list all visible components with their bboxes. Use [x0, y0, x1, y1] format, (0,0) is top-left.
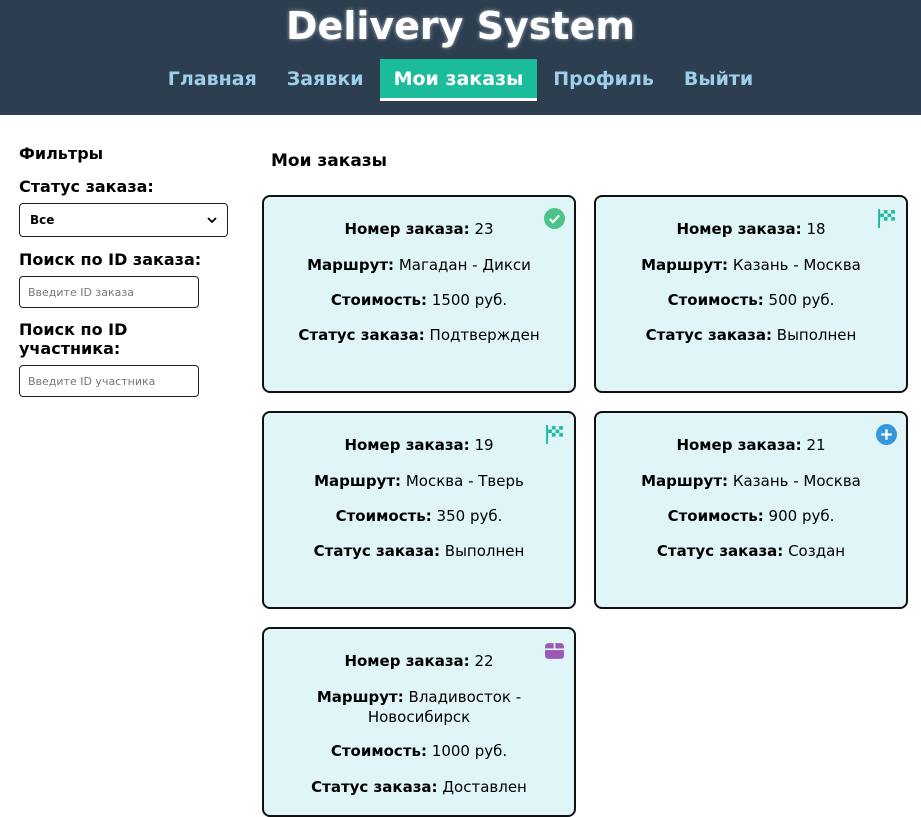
page-title: Мои заказы: [271, 151, 388, 171]
cost-row: Стоимость: 900 руб.: [667, 507, 835, 525]
status-row: Статус заказа: Выполнен: [313, 542, 525, 560]
cost-value: 1000 руб.: [431, 742, 508, 760]
status-value: Доставлен: [442, 778, 527, 796]
cost-value: 900 руб.: [768, 507, 835, 525]
order-number-row: Номер заказа: 21: [676, 436, 826, 454]
status-filter-label: Статус заказа:: [19, 177, 154, 196]
order-number-row: Номер заказа: 23: [344, 220, 494, 238]
route-value: Москва - Тверь: [405, 472, 524, 490]
order-number-row: Номер заказа: 18: [676, 220, 826, 238]
filters-sidebar: Фильтры Статус заказа: Все Поиск по ID з…: [19, 144, 234, 409]
order-card[interactable]: Номер заказа: 23 Маршрут: Магадан - Дикс…: [262, 195, 576, 393]
route-row: Маршрут: Казань - Москва: [641, 256, 861, 274]
cost-row: Стоимость: 350 руб.: [335, 507, 503, 525]
order-number-row: Номер заказа: 22: [344, 652, 494, 670]
filters-title: Фильтры: [19, 144, 104, 163]
order-card[interactable]: Номер заказа: 22 Маршрут: Владивосток - …: [262, 627, 576, 817]
route-row: Маршрут: Москва - Тверь: [314, 472, 524, 490]
cost-row: Стоимость: 500 руб.: [667, 291, 835, 309]
cost-value: 350 руб.: [436, 507, 503, 525]
order-number-value: 19: [474, 436, 494, 454]
participant-id-search-placeholder: Введите ID участника: [28, 374, 156, 388]
nav-bar: Главная Заявки Мои заказы Профиль Выйти: [0, 59, 921, 101]
route-row: Маршрут: Казань - Москва: [641, 472, 861, 490]
route-row: Маршрут: Владивосток - Новосибирск: [316, 688, 522, 726]
route-row: Маршрут: Магадан - Дикси: [307, 256, 531, 274]
nav-my-orders[interactable]: Мои заказы: [379, 59, 538, 101]
order-number-row: Номер заказа: 19: [344, 436, 494, 454]
status-value: Создан: [788, 542, 846, 560]
nav-home[interactable]: Главная: [154, 59, 271, 101]
status-row: Статус заказа: Доставлен: [311, 778, 527, 796]
order-number-value: 22: [474, 652, 494, 670]
nav-logout[interactable]: Выйти: [670, 59, 767, 101]
status-row: Статус заказа: Выполнен: [645, 326, 857, 344]
order-card[interactable]: Номер заказа: 19 Маршрут: Москва - Тверь…: [262, 411, 576, 609]
app-title: Delivery System: [286, 4, 635, 48]
order-id-search-placeholder: Введите ID заказа: [28, 285, 134, 299]
order-number-value: 18: [806, 220, 826, 238]
status-value: Выполнен: [444, 542, 525, 560]
order-id-search-input[interactable]: Введите ID заказа: [19, 276, 199, 308]
status-value: Выполнен: [776, 326, 857, 344]
cost-row: Стоимость: 1000 руб.: [330, 742, 508, 760]
nav-profile[interactable]: Профиль: [539, 59, 668, 101]
order-id-search-label: Поиск по ID заказа:: [19, 250, 202, 269]
order-number-value: 21: [806, 436, 826, 454]
chevron-down-icon: [207, 213, 217, 227]
order-number-value: 23: [474, 220, 494, 238]
order-card[interactable]: Номер заказа: 21 Маршрут: Казань - Москв…: [594, 411, 908, 609]
status-row: Статус заказа: Подтвержден: [298, 326, 540, 344]
cost-value: 500 руб.: [768, 291, 835, 309]
route-value: Магадан - Дикси: [398, 256, 531, 274]
cost-row: Стоимость: 1500 руб.: [330, 291, 508, 309]
status-row: Статус заказа: Создан: [656, 542, 846, 560]
nav-requests[interactable]: Заявки: [273, 59, 378, 101]
status-value: Подтвержден: [429, 326, 540, 344]
participant-id-search-label: Поиск по ID участника:: [19, 320, 128, 358]
participant-id-search-input[interactable]: Введите ID участника: [19, 365, 199, 397]
status-filter-value: Все: [30, 213, 55, 227]
route-value: Казань - Москва: [732, 256, 861, 274]
cost-value: 1500 руб.: [431, 291, 508, 309]
route-value: Казань - Москва: [732, 472, 861, 490]
status-filter-select[interactable]: Все: [19, 203, 228, 237]
order-card[interactable]: Номер заказа: 18 Маршрут: Казань - Москв…: [594, 195, 908, 393]
header: Delivery System Главная Заявки Мои заказ…: [0, 0, 921, 115]
